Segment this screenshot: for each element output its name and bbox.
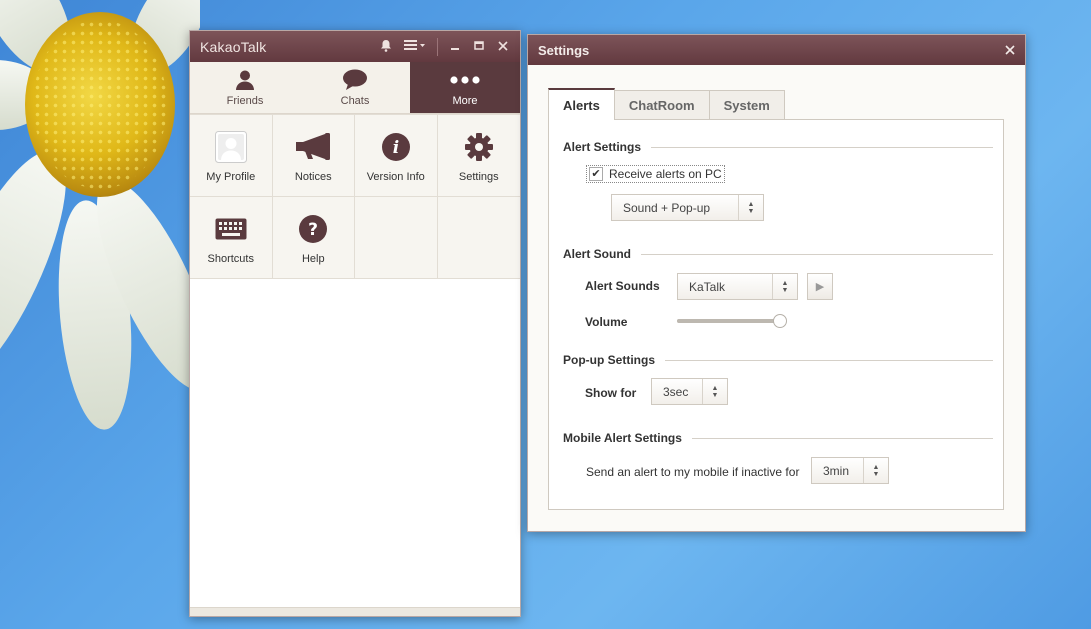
more-menu-grid: My Profile Notices i Version Info Settin… [190, 114, 520, 279]
person-icon [234, 68, 256, 92]
close-icon[interactable] [496, 40, 510, 54]
more-dots-icon [449, 68, 481, 92]
settings-titlebar: Settings [528, 35, 1025, 65]
section-heading: Alert Settings [563, 140, 642, 154]
play-sound-button[interactable]: ▶ [807, 273, 833, 300]
megaphone-icon [295, 129, 331, 165]
tab-system[interactable]: System [708, 90, 785, 119]
maximize-icon[interactable] [472, 40, 486, 54]
alert-mode-select[interactable]: Sound + Pop-up ▲ ▼ [611, 194, 764, 221]
more-item-version-info[interactable]: i Version Info [355, 114, 438, 196]
more-item-label: Shortcuts [207, 252, 254, 265]
tab-alerts[interactable]: Alerts [548, 88, 615, 120]
svg-text:?: ? [308, 220, 318, 240]
window-bottom-bar [190, 607, 520, 616]
section-heading: Pop-up Settings [563, 353, 655, 367]
updown-arrows-icon: ▲ ▼ [772, 274, 797, 299]
more-item-empty [355, 196, 438, 278]
select-value: KaTalk [689, 279, 726, 294]
more-item-settings[interactable]: Settings [437, 114, 520, 196]
keyboard-icon [215, 211, 247, 247]
volume-label: Volume [585, 315, 628, 329]
section-alert-settings: Alert Settings [563, 140, 993, 154]
tab-friends[interactable]: Friends [190, 62, 300, 113]
updown-arrows-icon: ▲ ▼ [702, 379, 727, 404]
receive-alerts-checkbox[interactable]: ✔ Receive alerts on PC [586, 165, 725, 183]
speech-bubble-icon [342, 68, 368, 92]
updown-arrows-icon: ▲ ▼ [863, 458, 888, 483]
close-icon[interactable] [1005, 43, 1015, 58]
tab-chats[interactable]: Chats [300, 62, 410, 113]
more-item-label: My Profile [206, 170, 256, 183]
popup-duration-select[interactable]: 3sec ▲ ▼ [651, 378, 728, 405]
section-popup-settings: Pop-up Settings [563, 353, 993, 367]
alert-sound-select[interactable]: KaTalk ▲ ▼ [677, 273, 798, 300]
section-mobile-alert: Mobile Alert Settings [563, 431, 993, 445]
app-title: KakaoTalk [200, 38, 267, 55]
volume-slider[interactable] [677, 314, 787, 328]
play-icon: ▶ [815, 281, 825, 293]
kakaotalk-window: KakaoTalk Friends Chats More My Profile … [189, 30, 521, 617]
kakaotalk-tabbar: Friends Chats More [190, 62, 520, 114]
svg-text:i: i [393, 138, 399, 158]
info-icon: i [381, 129, 411, 165]
select-value: 3min [823, 463, 850, 478]
tab-more[interactable]: More [410, 62, 520, 113]
volume-slider-fill [677, 319, 779, 323]
more-item-help[interactable]: ? Help [272, 196, 355, 278]
kakaotalk-titlebar: KakaoTalk [190, 31, 520, 62]
desktop-wallpaper-flower [0, 0, 200, 629]
alerts-panel: Alert Settings ✔ Receive alerts on PC So… [548, 119, 1004, 510]
more-item-my-profile[interactable]: My Profile [190, 114, 273, 196]
minimize-icon[interactable] [448, 40, 462, 54]
more-item-label: Help [301, 252, 325, 265]
more-item-label: Version Info [366, 170, 425, 183]
question-icon: ? [298, 211, 328, 247]
select-value: Sound + Pop-up [623, 200, 711, 215]
profile-avatar-icon [214, 129, 247, 165]
show-for-label: Show for [585, 386, 637, 400]
menu-icon[interactable] [403, 39, 427, 54]
tab-label: More [452, 95, 478, 107]
section-heading: Mobile Alert Settings [563, 431, 682, 445]
section-heading: Alert Sound [563, 247, 631, 261]
more-item-notices[interactable]: Notices [272, 114, 355, 196]
more-content-area [190, 279, 520, 609]
select-value: 3sec [663, 384, 689, 399]
section-alert-sound: Alert Sound [563, 247, 993, 261]
gear-icon [464, 129, 494, 165]
mobile-inactive-select[interactable]: 3min ▲ ▼ [811, 457, 889, 484]
alert-sounds-label: Alert Sounds [585, 279, 660, 293]
tab-label: Friends [226, 95, 264, 107]
more-item-label: Settings [458, 170, 499, 183]
checkmark-icon: ✔ [589, 167, 603, 181]
mobile-alert-label: Send an alert to my mobile if inactive f… [586, 465, 800, 479]
more-item-empty [437, 196, 520, 278]
tab-chatroom[interactable]: ChatRoom [613, 90, 710, 119]
bell-icon[interactable] [379, 39, 393, 55]
tab-label: Chats [340, 95, 370, 107]
checkbox-label: Receive alerts on PC [609, 167, 722, 181]
volume-slider-knob[interactable] [773, 314, 787, 328]
more-item-shortcuts[interactable]: Shortcuts [190, 196, 273, 278]
settings-dialog: Settings Alerts ChatRoom System Alert Se… [527, 34, 1026, 532]
settings-tabs: Alerts ChatRoom System [548, 88, 785, 120]
updown-arrows-icon: ▲ ▼ [738, 195, 763, 220]
more-item-label: Notices [294, 170, 332, 183]
dialog-title: Settings [538, 42, 590, 58]
